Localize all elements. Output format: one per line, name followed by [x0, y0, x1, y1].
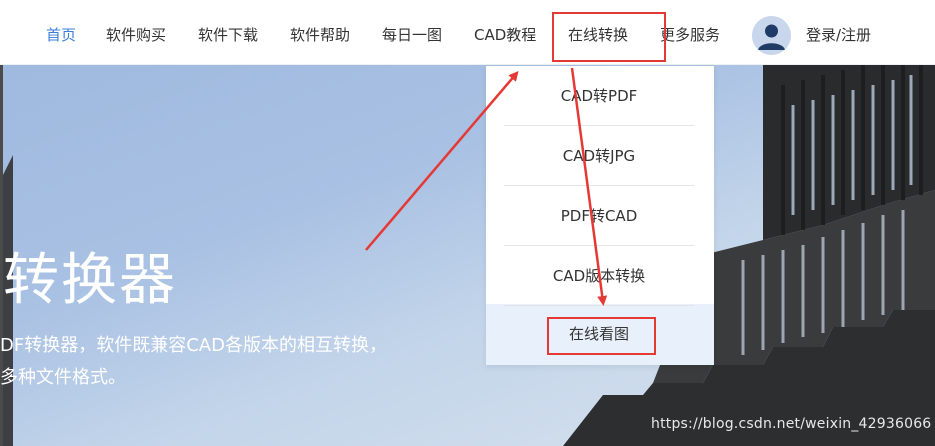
annotation-box-online-convert	[552, 12, 666, 62]
dropdown-item-cad-version-convert[interactable]: CAD版本转换	[504, 246, 694, 306]
nav-item-cad-tutorial[interactable]: CAD教程	[474, 0, 536, 65]
hero-description: DF转换器，软件既兼容CAD各版本的相互转换， 多种文件格式。	[0, 330, 387, 394]
dropdown-item-pdf-to-cad[interactable]: PDF转CAD	[504, 186, 694, 246]
login-register-link[interactable]: 登录/注册	[806, 0, 871, 65]
nav-item-more-services[interactable]: 更多服务	[660, 0, 720, 65]
hero-description-line-2: 多种文件格式。	[0, 367, 126, 388]
annotation-box-online-viewer	[547, 317, 656, 355]
user-avatar-icon[interactable]	[752, 16, 791, 55]
nav-item-purchase[interactable]: 软件购买	[106, 0, 166, 65]
top-navbar: 首页 软件购买 软件下载 软件帮助 每日一图 CAD教程 在线转换 更多服务 登…	[0, 0, 935, 65]
hero-description-line-1: DF转换器，软件既兼容CAD各版本的相互转换，	[0, 335, 387, 356]
dropdown-item-cad-to-jpg[interactable]: CAD转JPG	[504, 126, 694, 186]
dropdown-item-cad-to-pdf[interactable]: CAD转PDF	[504, 66, 694, 126]
nav-item-home[interactable]: 首页	[46, 0, 76, 65]
hero-title: 转换器	[3, 248, 177, 313]
nav-item-daily-image[interactable]: 每日一图	[382, 0, 442, 65]
nav-item-download[interactable]: 软件下载	[198, 0, 258, 65]
watermark-url: https://blog.csdn.net/weixin_42936066	[651, 416, 932, 432]
nav-item-help[interactable]: 软件帮助	[290, 0, 350, 65]
